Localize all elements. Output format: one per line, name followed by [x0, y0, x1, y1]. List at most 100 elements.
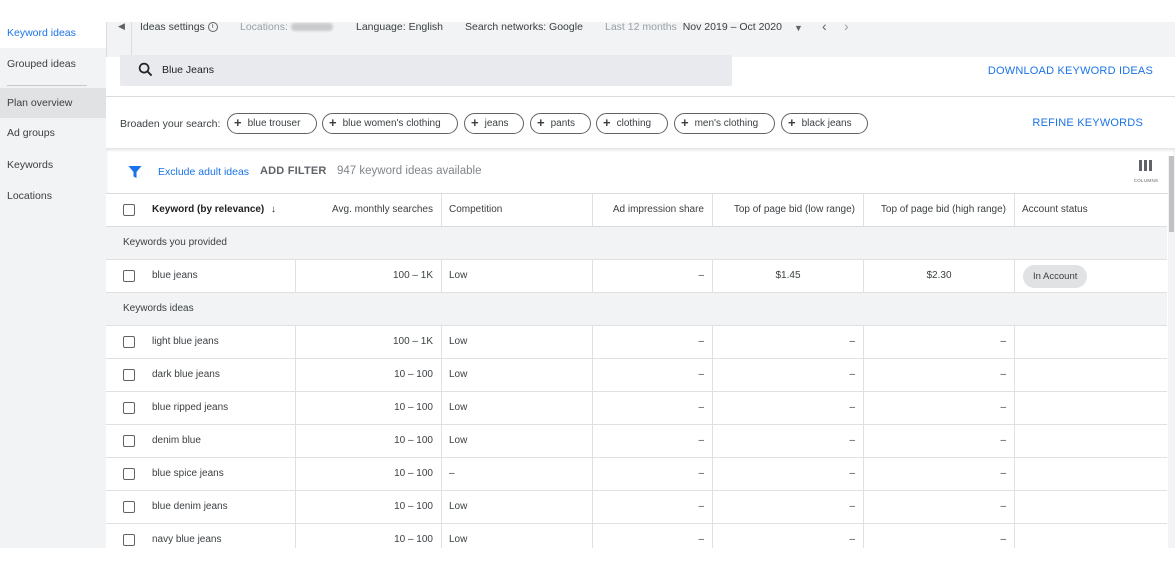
in-account-badge: In Account [1023, 265, 1088, 288]
caret-left-icon: ◀ [118, 22, 125, 31]
networks-setting[interactable]: Search networks: Google [465, 22, 583, 32]
table-row[interactable]: light blue jeans 100 – 1K Low – – – [106, 326, 1167, 359]
chevron-left-icon[interactable]: ‹ [822, 22, 827, 34]
exclude-adult-ideas-filter[interactable]: Exclude adult ideas [158, 166, 249, 178]
keyword-search-input[interactable]: Blue Jeans [120, 55, 732, 86]
status-cell: In Account [1014, 260, 1167, 292]
sidebar-item-keyword-ideas[interactable]: Keyword ideas [0, 18, 106, 48]
impression-cell: – [592, 491, 712, 523]
plus-icon: + [788, 115, 796, 130]
row-checkbox[interactable] [123, 435, 135, 447]
chip-blue-trouser[interactable]: + blue trouser [227, 113, 317, 134]
refine-keywords-button[interactable]: REFINE KEYWORDS [1032, 117, 1143, 129]
sidebar-item-grouped-ideas[interactable]: Grouped ideas [0, 49, 106, 79]
header-account-status[interactable]: Account status [1014, 194, 1167, 226]
ideas-settings-label: Ideas settings [140, 22, 205, 33]
competition-cell: Low [441, 425, 592, 457]
columns-button[interactable]: COLUMNS [1129, 160, 1163, 186]
table-row[interactable]: blue denim jeans 10 – 100 Low – – – [106, 491, 1167, 524]
header-keyword[interactable]: Keyword (by relevance) ↓ [152, 194, 295, 226]
chip-mens-clothing[interactable]: + men's clothing [674, 113, 775, 134]
row-checkbox[interactable] [123, 402, 135, 414]
status-cell [1014, 425, 1167, 457]
bid-high-cell: – [863, 524, 1014, 548]
searches-cell: 10 – 100 [295, 491, 441, 523]
table-row[interactable]: blue ripped jeans 10 – 100 Low – – – [106, 392, 1167, 425]
select-all-checkbox[interactable] [123, 204, 135, 216]
header-avg-monthly-searches[interactable]: Avg. monthly searches [295, 194, 441, 226]
competition-cell: Low [441, 392, 592, 424]
row-checkbox[interactable] [123, 534, 135, 546]
bid-high-cell: – [863, 491, 1014, 523]
bid-low-cell: – [712, 326, 863, 358]
sidebar-item-plan-overview[interactable]: Plan overview [0, 88, 106, 118]
searches-cell: 10 – 100 [295, 359, 441, 391]
row-checkbox[interactable] [123, 336, 135, 348]
keyword-cell: navy blue jeans [152, 534, 222, 545]
table-row[interactable]: denim blue 10 – 100 Low – – – [106, 425, 1167, 458]
bid-high-cell: – [863, 392, 1014, 424]
chip-black-jeans[interactable]: + black jeans [781, 113, 868, 134]
plus-icon: + [681, 115, 689, 130]
status-cell [1014, 491, 1167, 523]
columns-label: COLUMNS [1133, 178, 1159, 183]
sidebar-item-keywords[interactable]: Keywords [0, 150, 106, 180]
language-setting[interactable]: Language: English [356, 22, 443, 32]
competition-cell: Low [441, 491, 592, 523]
keyword-cell: blue denim jeans [152, 501, 228, 512]
download-keyword-ideas-button[interactable]: DOWNLOAD KEYWORD IDEAS [988, 65, 1153, 77]
filter-icon[interactable] [128, 165, 142, 179]
plus-icon: + [603, 115, 611, 130]
plus-icon: + [537, 115, 545, 130]
columns-icon [1139, 160, 1152, 171]
impression-cell: – [592, 392, 712, 424]
bid-high-cell: – [863, 458, 1014, 490]
impression-cell: – [592, 425, 712, 457]
add-filter-button[interactable]: ADD FILTER [260, 165, 327, 177]
status-cell [1014, 524, 1167, 548]
chip-blue-womens-clothing[interactable]: + blue women's clothing [322, 113, 458, 134]
row-checkbox[interactable] [123, 468, 135, 480]
sidebar-item-ad-groups[interactable]: Ad groups [0, 118, 106, 148]
searches-cell: 10 – 100 [295, 458, 441, 490]
bid-low-cell: – [712, 524, 863, 548]
chip-pants[interactable]: + pants [530, 113, 591, 134]
plus-icon: + [329, 115, 337, 130]
table-row[interactable]: blue jeans 100 – 1K Low – $1.45 $2.30 In… [106, 260, 1167, 293]
row-checkbox[interactable] [123, 501, 135, 513]
group-row-provided: Keywords you provided [106, 227, 1167, 260]
scrollbar-thumb[interactable] [1169, 156, 1174, 232]
header-competition[interactable]: Competition [441, 194, 592, 226]
searches-cell: 100 – 1K [295, 260, 441, 292]
group-label: Keywords you provided [123, 237, 227, 248]
group-label: Keywords ideas [123, 303, 194, 314]
locations-setting[interactable]: Locations: [240, 22, 333, 32]
row-checkbox[interactable] [123, 270, 135, 282]
header-bid-high[interactable]: Top of page bid (high range) [863, 194, 1014, 226]
table-row[interactable]: dark blue jeans 10 – 100 Low – – – [106, 359, 1167, 392]
info-icon[interactable]: i [207, 22, 218, 33]
language-value: English [408, 22, 444, 33]
sidebar-divider [7, 85, 87, 86]
ideas-settings-title[interactable]: Ideas settings i [140, 22, 218, 32]
chip-clothing[interactable]: + clothing [596, 113, 668, 134]
header-ad-impression-share[interactable]: Ad impression share [592, 194, 712, 226]
bid-low-cell: – [712, 425, 863, 457]
date-range-setting[interactable]: Last 12 months Nov 2019 – Oct 2020 [605, 22, 782, 32]
chip-jeans[interactable]: + jeans [464, 113, 524, 134]
table-row[interactable]: blue spice jeans 10 – 100 – – – – [106, 458, 1167, 491]
chevron-right-icon[interactable]: › [844, 22, 849, 34]
locations-value-redacted [290, 23, 333, 32]
broaden-search-row: Broaden your search: + blue trouser + blue… [106, 96, 1175, 148]
collapse-settings-button[interactable]: ◀ [112, 22, 132, 57]
sidebar-item-locations[interactable]: Locations [0, 181, 106, 211]
row-checkbox[interactable] [123, 369, 135, 381]
table-scrollbar[interactable] [1168, 156, 1175, 548]
date-dropdown-icon[interactable]: ▼ [794, 23, 803, 33]
table-row[interactable]: navy blue jeans 10 – 100 Low – – – [106, 524, 1167, 548]
filter-bar: Exclude adult ideas ADD FILTER 947 keywo… [106, 148, 1175, 194]
bid-low-cell: – [712, 491, 863, 523]
bid-low-cell: $1.45 [712, 260, 863, 292]
keyword-cell: blue spice jeans [152, 468, 224, 479]
header-bid-low[interactable]: Top of page bid (low range) [712, 194, 863, 226]
